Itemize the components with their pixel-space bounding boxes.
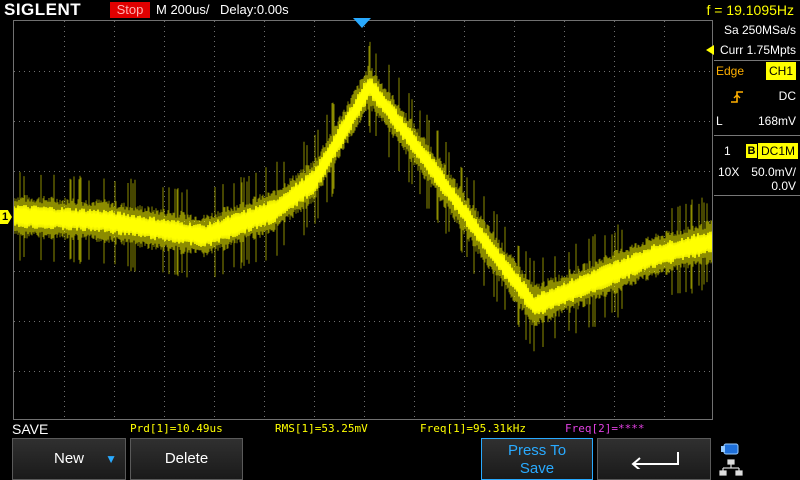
- status-icons: [719, 443, 743, 476]
- delay-readout[interactable]: Delay:0.00s: [220, 0, 289, 20]
- volts-per-div[interactable]: 50.0mV/: [751, 165, 796, 179]
- measurement-period: Prd[1]=10.49us: [130, 422, 223, 435]
- divider: [714, 195, 800, 196]
- brand-logo: SIGLENT: [4, 0, 82, 19]
- ch1-offset-marker[interactable]: 1: [0, 210, 12, 224]
- press-to-save-label-line2: Save: [519, 460, 555, 477]
- run-stop-indicator[interactable]: Stop: [110, 2, 150, 18]
- rising-edge-icon: [731, 91, 743, 103]
- channel-number: 1: [724, 144, 731, 158]
- delete-button-label: Delete: [164, 450, 209, 467]
- empty-softkey: [364, 438, 478, 480]
- trigger-type-label[interactable]: Edge: [716, 64, 744, 78]
- delete-button[interactable]: Delete: [130, 438, 243, 480]
- sample-rate-readout: Sa 250MSa/s: [723, 23, 796, 37]
- measurement-freq-ch2: Freq[2]=****: [565, 422, 645, 435]
- divider: [714, 60, 800, 61]
- channel-offset: 0.0V: [771, 179, 796, 193]
- divider: [714, 135, 800, 136]
- measurement-freq-ch1: Freq[1]=95.31kHz: [420, 422, 526, 435]
- menu-title: SAVE: [12, 421, 49, 437]
- channel-coupling-badge[interactable]: DC1M: [758, 143, 798, 159]
- frequency-counter: f = 19.1095Hz: [706, 2, 794, 18]
- trigger-coupling[interactable]: DC: [779, 89, 796, 103]
- trigger-level-readout[interactable]: 168mV: [758, 114, 796, 128]
- new-button[interactable]: New ▼: [12, 438, 126, 480]
- trigger-position-marker[interactable]: [353, 18, 371, 28]
- waveform-display[interactable]: [13, 20, 713, 420]
- return-arrow-icon: [631, 452, 679, 469]
- usb-storage-icon: [721, 443, 739, 455]
- bandwidth-limit-badge: B: [746, 144, 757, 158]
- press-to-save-button[interactable]: Press To Save: [481, 438, 593, 480]
- timebase-readout[interactable]: M 200us/: [156, 0, 209, 20]
- measurement-rms: RMS[1]=53.25mV: [275, 422, 368, 435]
- ch1-waveform: [14, 41, 712, 352]
- probe-attenuation: 10X: [718, 165, 740, 179]
- trigger-source-badge[interactable]: CH1: [766, 62, 796, 80]
- right-info-panel: Sa 250MSa/s Curr 1.75Mpts Edge CH1 DC L …: [714, 20, 800, 420]
- caret-left-icon: [706, 45, 714, 55]
- measurement-bar: SAVE Prd[1]=10.49us RMS[1]=53.25mV Freq[…: [0, 421, 800, 437]
- arrow-down-icon: ▼: [105, 452, 117, 466]
- back-button[interactable]: [597, 438, 711, 480]
- memory-depth-readout: Curr 1.75Mpts: [719, 43, 796, 57]
- new-button-label: New: [53, 450, 84, 467]
- top-status-bar: SIGLENT Stop M 200us/ Delay:0.00s f = 19…: [0, 0, 800, 20]
- empty-softkey: [247, 438, 361, 480]
- network-icon: [719, 459, 743, 476]
- trigger-level-tag: L: [716, 114, 723, 128]
- press-to-save-label-line1: Press To: [507, 442, 567, 459]
